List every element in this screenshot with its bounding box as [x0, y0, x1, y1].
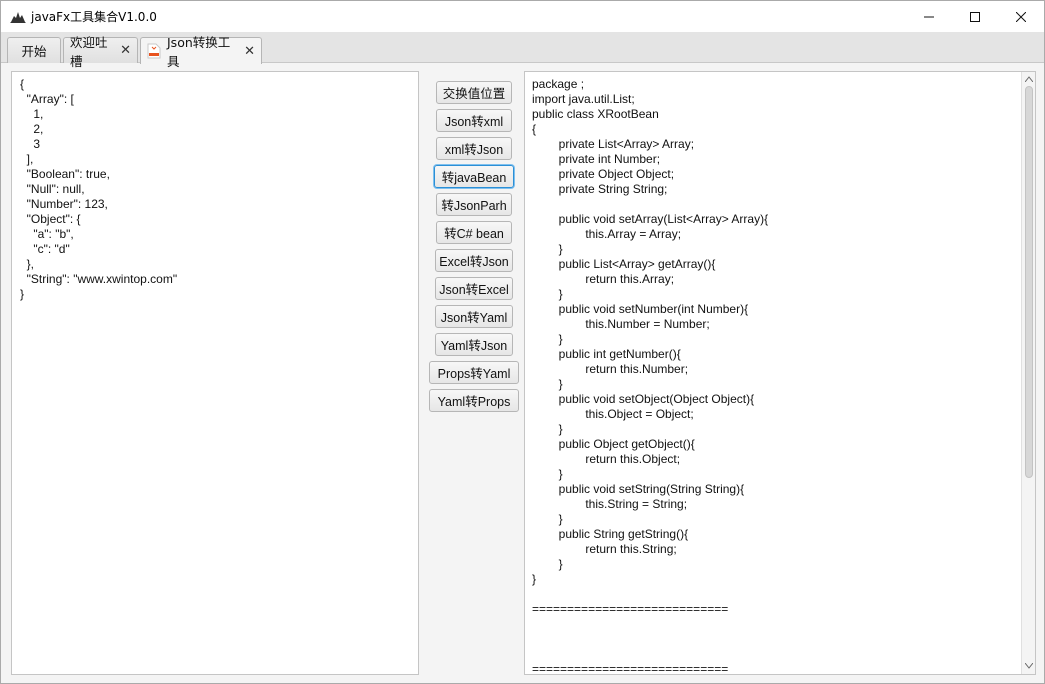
scrollbar-thumb[interactable] [1025, 86, 1033, 478]
tab-label: Json转换工具 [167, 35, 231, 69]
action-button-column: 交换值位置 Json转xml xml转Json 转javaBean 转JsonP… [425, 71, 523, 675]
tab-feedback[interactable]: 欢迎吐槽 ✕ [63, 35, 138, 69]
tab-close-icon[interactable]: ✕ [120, 43, 131, 58]
to-jsonpath-button[interactable]: 转JsonParh [436, 193, 512, 216]
code-output-text: package ; import java.util.List; public … [532, 77, 769, 675]
tab-bar: 开始 欢迎吐槽 ✕ Json转换工具 ✕ [1, 32, 1044, 69]
close-icon [1016, 11, 1026, 22]
tab-start[interactable]: 开始 [7, 37, 61, 63]
minimize-button[interactable] [906, 1, 952, 32]
tab-label: 欢迎吐槽 [70, 34, 108, 69]
excel-to-json-button[interactable]: Excel转Json [435, 249, 513, 272]
code-output-area[interactable]: package ; import java.util.List; public … [524, 71, 1036, 675]
json-to-xml-button[interactable]: Json转xml [436, 109, 512, 132]
tab-close-icon[interactable]: ✕ [244, 44, 255, 59]
app-logo-icon [10, 9, 26, 25]
title-bar[interactable]: javaFx工具集合V1.0.0 [1, 1, 1044, 32]
json-file-icon [147, 43, 161, 59]
vertical-scrollbar[interactable] [1021, 72, 1035, 674]
scroll-up-icon[interactable] [1024, 75, 1034, 84]
app-window: javaFx工具集合V1.0.0 开始 欢迎吐槽 ✕ Json转换工具 ✕ {… [0, 0, 1045, 684]
tab-json-tool[interactable]: Json转换工具 ✕ [140, 35, 262, 69]
json-input-area[interactable]: { "Array": [ 1, 2, 3 ], "Boolean": true,… [11, 71, 419, 675]
json-to-excel-button[interactable]: Json转Excel [435, 277, 513, 300]
swap-values-button[interactable]: 交换值位置 [436, 81, 512, 104]
json-to-yaml-button[interactable]: Json转Yaml [435, 305, 513, 328]
to-javabean-button[interactable]: 转javaBean [434, 165, 514, 188]
props-to-yaml-button[interactable]: Props转Yaml [429, 361, 519, 384]
yaml-to-json-button[interactable]: Yaml转Json [435, 333, 513, 356]
yaml-to-props-button[interactable]: Yaml转Props [429, 389, 519, 412]
to-csharp-bean-button[interactable]: 转C# bean [436, 221, 512, 244]
scroll-down-icon[interactable] [1024, 662, 1034, 671]
window-title: javaFx工具集合V1.0.0 [31, 10, 157, 24]
close-window-button[interactable] [998, 1, 1044, 32]
minimize-icon [924, 16, 934, 17]
maximize-icon [970, 11, 980, 22]
tab-label: 开始 [21, 44, 47, 59]
maximize-button[interactable] [952, 1, 998, 32]
xml-to-json-button[interactable]: xml转Json [436, 137, 512, 160]
json-input-text: { "Array": [ 1, 2, 3 ], "Boolean": true,… [20, 77, 178, 301]
